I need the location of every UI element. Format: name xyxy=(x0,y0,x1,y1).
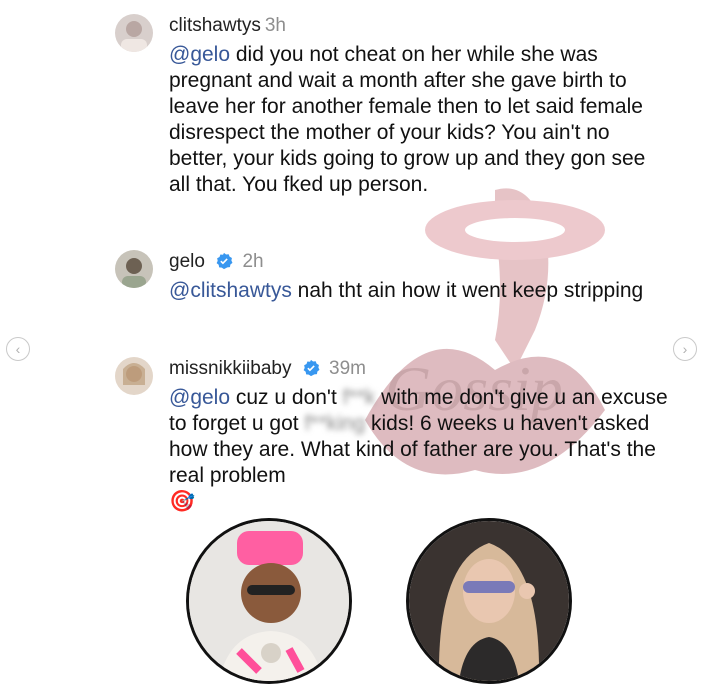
username[interactable]: missnikkiibaby xyxy=(169,358,291,379)
previous-button[interactable]: ‹ xyxy=(6,337,30,361)
comment-body: nah tht ain how it went keep stripping xyxy=(291,279,644,302)
chevron-right-icon: › xyxy=(682,341,688,357)
comment-item: gelo 2h @clitshawtys nah tht ain how it … xyxy=(115,250,675,340)
mention-link[interactable]: @gelo xyxy=(169,386,230,409)
timestamp: 2h xyxy=(242,251,264,272)
next-button[interactable]: › xyxy=(673,337,697,361)
mention-link[interactable]: @gelo xyxy=(169,43,230,66)
comment-meta: missnikkiibaby 39m xyxy=(169,357,366,381)
timestamp: 3h xyxy=(264,15,286,36)
timestamp: 39m xyxy=(329,358,367,379)
censored-word: f**king xyxy=(304,412,366,435)
profile-photo-gelo xyxy=(186,518,352,684)
avatar[interactable] xyxy=(115,250,153,288)
comment-item: missnikkiibaby 39m @gelo cuz u don't f**… xyxy=(115,357,675,517)
profile-photo-missnikkiibaby xyxy=(406,518,572,684)
username[interactable]: clitshawtys xyxy=(169,15,261,36)
verified-badge-icon xyxy=(303,359,320,377)
comment-body-part: cuz u don't xyxy=(230,386,343,409)
verified-badge-icon xyxy=(216,252,233,270)
username[interactable]: gelo xyxy=(169,251,205,272)
avatar[interactable] xyxy=(115,14,153,52)
comment-item: clitshawtys 3h @gelo did you not cheat on… xyxy=(115,14,675,234)
target-emoji-icon: 🎯 xyxy=(169,490,196,513)
comment-text: @gelo cuz u don't f**k with me don't giv… xyxy=(169,385,669,515)
comment-body: did you not cheat on her while she was p… xyxy=(169,43,646,196)
comment-meta: gelo 2h xyxy=(169,250,264,274)
comment-meta: clitshawtys 3h xyxy=(169,14,286,38)
chevron-left-icon: ‹ xyxy=(15,341,21,357)
comment-text: @clitshawtys nah tht ain how it went kee… xyxy=(169,278,669,304)
comment-text: @gelo did you not cheat on her while she… xyxy=(169,42,669,198)
censored-word: f**k xyxy=(342,386,376,409)
avatar[interactable] xyxy=(115,357,153,395)
mention-link[interactable]: @clitshawtys xyxy=(169,279,292,302)
